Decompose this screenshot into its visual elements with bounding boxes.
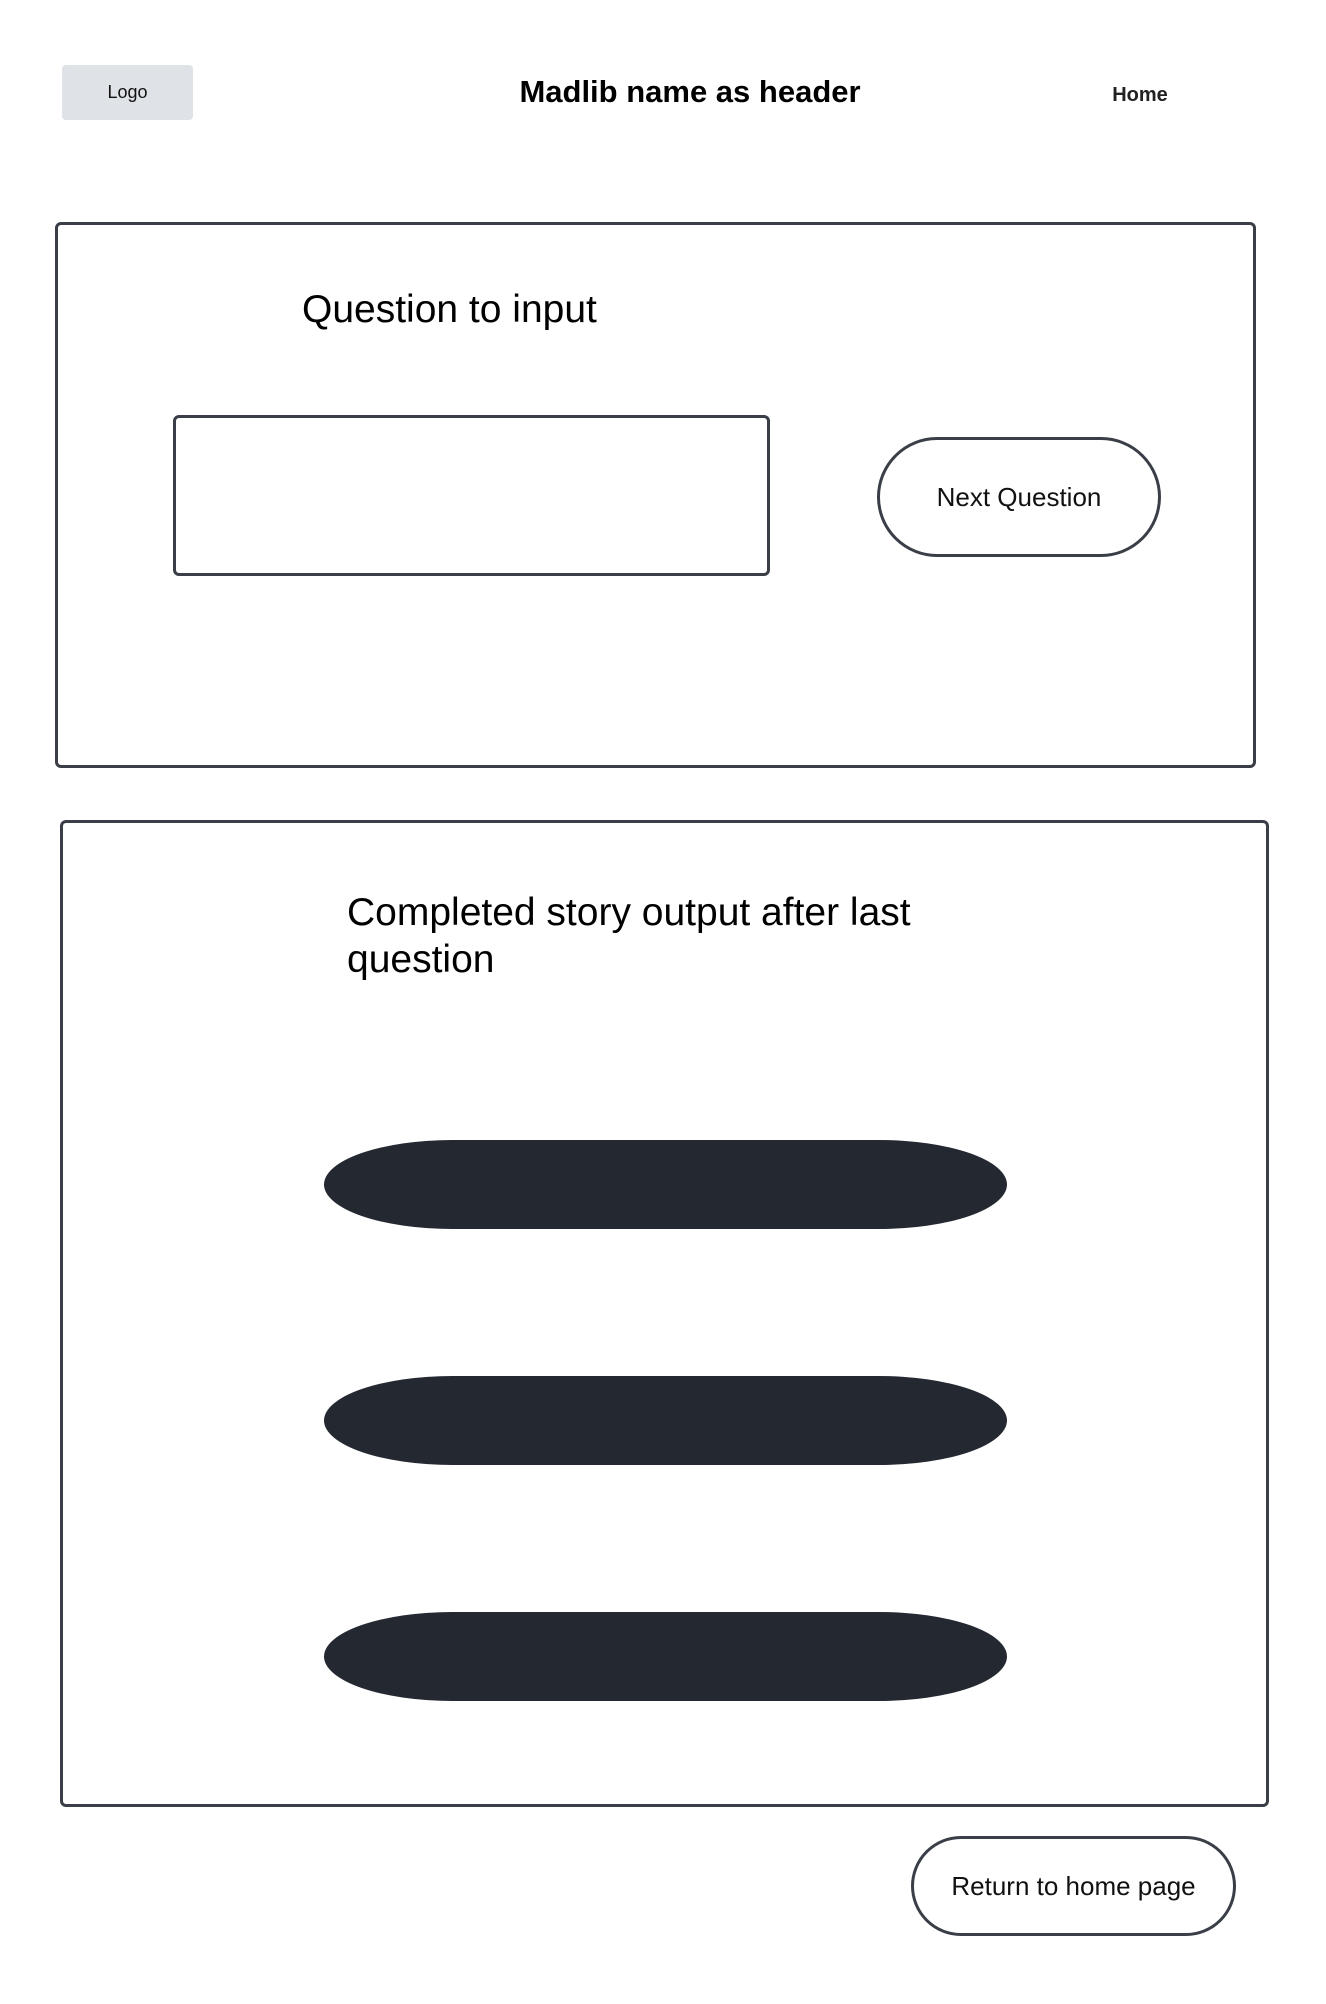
- answer-input[interactable]: [173, 415, 770, 576]
- story-output-panel: Completed story output after last questi…: [60, 820, 1269, 1807]
- story-output-label: Completed story output after last questi…: [347, 891, 911, 981]
- page-title: Madlib name as header: [519, 74, 861, 109]
- nav-home-link[interactable]: Home: [1100, 80, 1180, 110]
- next-question-button[interactable]: Next Question: [877, 437, 1161, 557]
- question-panel: Question to input Next Question: [55, 222, 1256, 768]
- question-label: Question to input: [302, 288, 597, 331]
- logo-label: Logo: [107, 82, 148, 102]
- story-line-placeholder: [324, 1612, 1007, 1701]
- story-line-placeholder: [324, 1140, 1007, 1229]
- logo[interactable]: Logo: [62, 65, 193, 120]
- return-home-button[interactable]: Return to home page: [911, 1836, 1236, 1936]
- story-line-placeholder: [324, 1376, 1007, 1465]
